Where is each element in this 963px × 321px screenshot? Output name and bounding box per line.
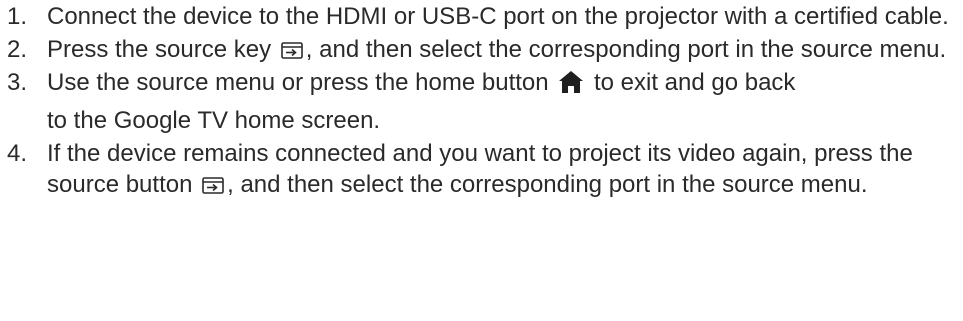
step-number: 3. <box>7 69 28 96</box>
step-text-before: Use the source menu or press the home bu… <box>47 69 549 96</box>
list-item-step-2: 2. Press the source key , and then selec… <box>0 34 963 65</box>
step-text-before: Press the source key <box>47 36 272 63</box>
step-text: Connect the device to the HDMI or USB-C … <box>47 3 949 30</box>
step-number: 2. <box>7 36 28 63</box>
list-item-step-4: 4. If the device remains connected and y… <box>0 138 963 200</box>
step-text-after: , and then select the corresponding port… <box>227 171 868 198</box>
step-number: 1. <box>7 3 28 30</box>
instruction-list: 1. Connect the device to the HDMI or USB… <box>0 0 963 200</box>
list-item-step-3: 3. Use the source menu or press the home… <box>0 67 963 136</box>
home-icon <box>558 70 584 94</box>
source-icon <box>202 176 224 196</box>
list-item-step-1: 1. Connect the device to the HDMI or USB… <box>0 1 963 32</box>
step-text-after: to exit and go back <box>593 69 796 96</box>
step-text-after: , and then select the corresponding port… <box>305 36 947 63</box>
source-icon <box>280 41 303 61</box>
step-number: 4. <box>7 140 28 167</box>
step-text-line2: to the Google TV home screen. <box>47 107 381 134</box>
